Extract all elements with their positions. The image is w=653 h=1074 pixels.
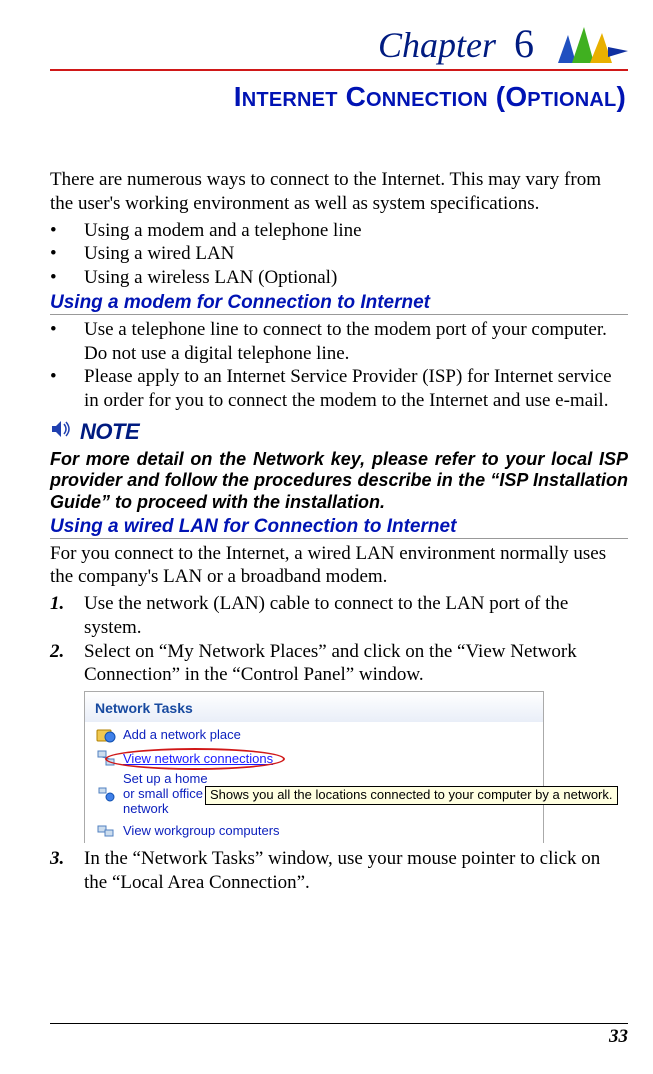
step-text: In the “Network Tasks” window, use your … bbox=[84, 848, 600, 893]
list-item: Using a modem and a telephone line bbox=[50, 219, 628, 243]
page-number: 33 bbox=[609, 1026, 628, 1047]
nt-item-setup-network[interactable]: Set up a home or small office network Sh… bbox=[85, 770, 543, 819]
section1-bullet-list: Use a telephone line to connect to the m… bbox=[50, 318, 628, 413]
page-footer: 33 bbox=[50, 1023, 628, 1048]
nt-item-label: Set up a home or small office network bbox=[123, 772, 215, 817]
list-item: Use a telephone line to connect to the m… bbox=[50, 318, 628, 366]
nt-item-text: View network connections bbox=[123, 751, 273, 766]
network-tasks-title: Network Tasks bbox=[85, 692, 543, 722]
step-text: Use the network (LAN) cable to connect t… bbox=[84, 593, 568, 638]
tooltip: Shows you all the locations connected to… bbox=[205, 786, 618, 805]
folder-globe-icon bbox=[95, 724, 117, 744]
step-number: 2. bbox=[50, 640, 64, 664]
note-badge: NOTE bbox=[50, 417, 628, 447]
nt-item-label-selected: View network connections bbox=[123, 751, 273, 766]
list-item: Using a wireless LAN (Optional) bbox=[50, 266, 628, 290]
nt-item-add-place[interactable]: Add a network place bbox=[85, 722, 543, 746]
nt-item-label: View workgroup computers bbox=[123, 823, 280, 838]
section-heading-modem: Using a modem for Connection to Internet bbox=[50, 292, 628, 315]
list-item: 1. Use the network (LAN) cable to connect… bbox=[50, 592, 628, 640]
section2-steps-cont: 3. In the “Network Tasks” window, use you… bbox=[50, 847, 628, 895]
chapter-header: Chapter 6 bbox=[50, 20, 628, 71]
list-item: Please apply to an Internet Service Prov… bbox=[50, 365, 628, 413]
network-tasks-screenshot: Network Tasks Add a network place View n… bbox=[84, 691, 544, 843]
section2-steps: 1. Use the network (LAN) cable to connect… bbox=[50, 592, 628, 687]
note-text: For more detail on the Network key, plea… bbox=[50, 449, 628, 514]
nt-item-view-workgroup[interactable]: View workgroup computers bbox=[85, 819, 543, 843]
chapter-number: 6 bbox=[514, 21, 534, 66]
list-item: 2. Select on “My Network Places” and clic… bbox=[50, 640, 628, 688]
list-item: 3. In the “Network Tasks” window, use you… bbox=[50, 847, 628, 895]
intro-paragraph: There are numerous ways to connect to th… bbox=[50, 168, 628, 216]
step-number: 3. bbox=[50, 847, 64, 871]
section2-intro: For you connect to the Internet, a wired… bbox=[50, 542, 628, 590]
network-icon bbox=[95, 748, 117, 768]
computers-icon bbox=[95, 821, 117, 841]
nt-item-label: Add a network place bbox=[123, 727, 241, 742]
step-text: Select on “My Network Places” and click … bbox=[84, 641, 577, 686]
list-item: Using a wired LAN bbox=[50, 242, 628, 266]
chapter-logo-icon bbox=[558, 23, 628, 67]
step-number: 1. bbox=[50, 592, 64, 616]
home-network-icon bbox=[95, 784, 117, 804]
chapter-label: Chapter 6 bbox=[378, 20, 534, 67]
section-heading-lan: Using a wired LAN for Connection to Inte… bbox=[50, 516, 628, 539]
note-speaker-icon bbox=[50, 417, 76, 447]
intro-bullet-list: Using a modem and a telephone line Using… bbox=[50, 219, 628, 290]
chapter-word: Chapter bbox=[378, 25, 496, 65]
page-title: Internet Connection (Optional) bbox=[50, 81, 626, 113]
nt-item-view-connections[interactable]: View network connections bbox=[85, 746, 543, 770]
note-label: NOTE bbox=[80, 419, 139, 445]
